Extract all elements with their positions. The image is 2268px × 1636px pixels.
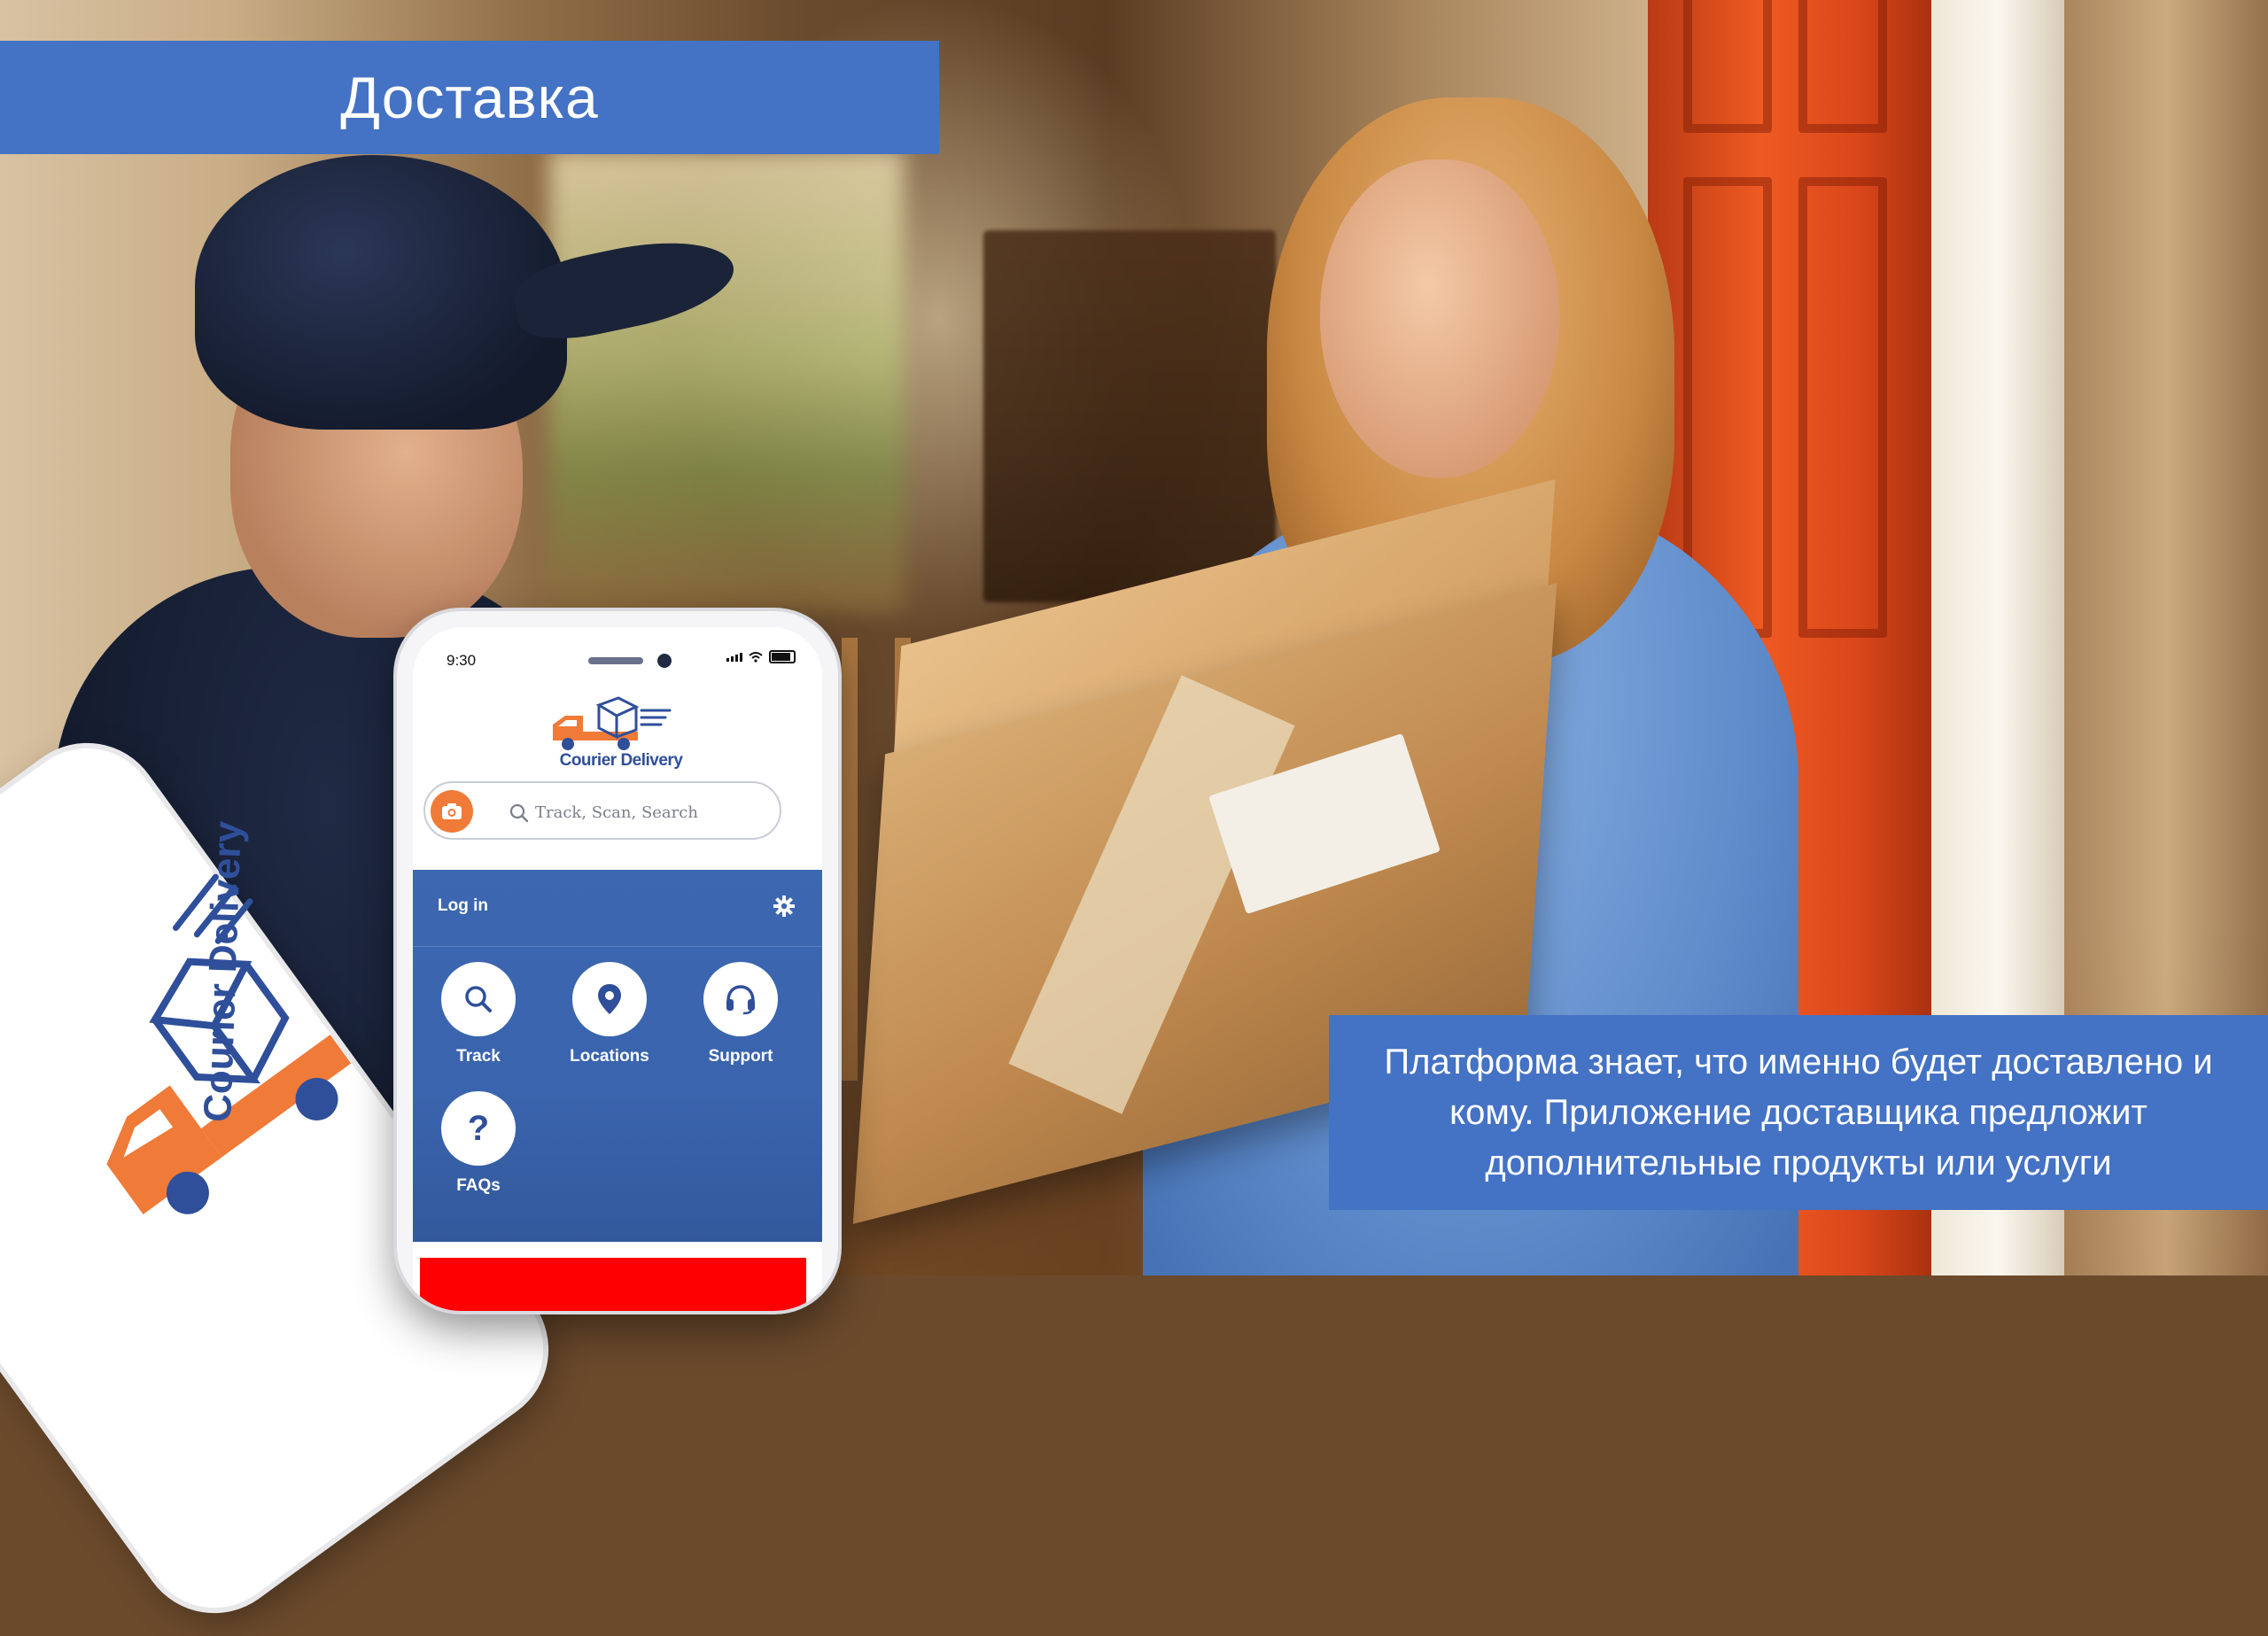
title-bar: Доставка (0, 41, 939, 154)
phone-speaker (588, 657, 643, 664)
window-light (549, 151, 904, 611)
location-pin-icon (598, 984, 621, 1014)
faqs-tile[interactable]: ? FAQs (425, 1091, 532, 1196)
login-link[interactable]: Log in (438, 896, 488, 916)
support-label: Support (708, 1047, 773, 1066)
caption-box: Платформа знает, что именно будет достав… (1329, 1015, 2268, 1210)
slide-title: Доставка (340, 65, 599, 130)
battery-icon (769, 650, 796, 663)
phone-screen: 9:30 Courier Delivery Track, Scan, Searc… (413, 627, 822, 1311)
track-tile-circle (441, 962, 516, 1036)
locations-label: Locations (570, 1047, 649, 1066)
faqs-label: FAQs (456, 1176, 501, 1195)
wooden-cabinet (983, 230, 1276, 602)
wifi-icon (749, 651, 763, 663)
red-banner[interactable] (420, 1258, 806, 1311)
app-logo: Courier Delivery (537, 693, 705, 781)
gear-icon[interactable] (773, 895, 796, 918)
caption-text: Платформа знает, что именно будет достав… (1384, 1042, 2213, 1182)
search-icon (465, 986, 492, 1012)
question-icon: ? (467, 1109, 490, 1148)
track-tile[interactable]: Track (425, 962, 532, 1066)
app-menu-panel: Log in Track Locations Support ? FAQs (413, 870, 822, 1242)
search-icon (509, 803, 529, 823)
phone-mockup: 9:30 Courier Delivery Track, Scan, Searc… (397, 611, 838, 1311)
faqs-tile-circle: ? (441, 1091, 516, 1166)
track-label: Track (456, 1047, 501, 1066)
search-input[interactable] (533, 795, 767, 829)
camera-icon (442, 803, 462, 819)
search-bar[interactable] (423, 781, 781, 840)
panel-header: Log in (413, 870, 822, 947)
locations-tile-circle (572, 962, 647, 1036)
status-icons (726, 650, 796, 663)
camera-scan-button[interactable] (431, 790, 473, 833)
support-tile[interactable]: Support (687, 962, 794, 1066)
support-tile-circle (703, 962, 778, 1036)
door-panel (1798, 0, 1887, 133)
phone-camera-dot (657, 654, 672, 668)
delivery-truck-icon (553, 696, 672, 750)
woman-face (1320, 159, 1559, 478)
door-panel (1798, 177, 1887, 638)
status-time: 9:30 (447, 652, 477, 669)
headset-icon (726, 985, 755, 1015)
locations-tile[interactable]: Locations (556, 962, 663, 1066)
signal-icon (726, 652, 742, 662)
door-panel (1683, 0, 1772, 133)
app-brand-name: Courier Delivery (559, 751, 683, 770)
